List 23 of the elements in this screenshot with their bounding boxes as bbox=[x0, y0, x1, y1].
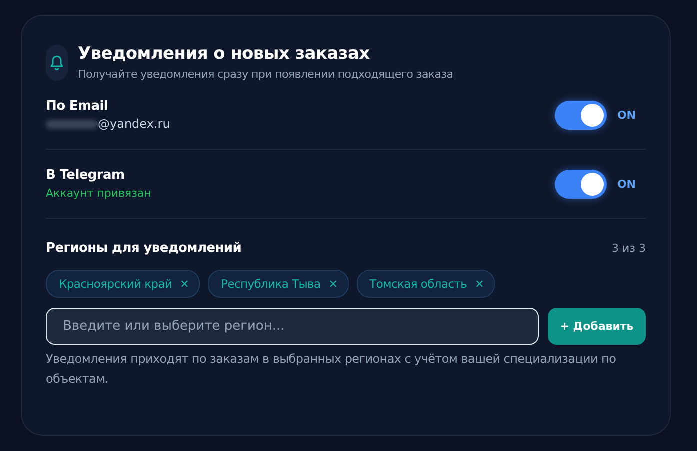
remove-tag-button[interactable]: ✕ bbox=[475, 278, 484, 290]
bell-icon bbox=[46, 44, 68, 80]
tag-label: Красноярский край bbox=[59, 277, 172, 291]
toggle-switch[interactable] bbox=[555, 170, 608, 198]
region-input-field[interactable]: Введите или выберите регион... bbox=[46, 308, 539, 345]
email-address: @yandex.ru bbox=[98, 117, 170, 131]
channel-name: По Email bbox=[46, 99, 110, 114]
card-title: Уведомления о новых заказах bbox=[78, 44, 371, 64]
note-text: Уведомления приходят по заказам в выбранных регионах с учётом вашей специализации по объектам. bbox=[46, 351, 618, 388]
remove-tag-button[interactable]: ✕ bbox=[180, 278, 190, 290]
add-button[interactable]: + Добавить bbox=[548, 308, 646, 345]
section-title: Регионы для уведомлений bbox=[46, 241, 242, 256]
blurred-text bbox=[46, 120, 98, 128]
remove-tag-button[interactable]: ✕ bbox=[328, 278, 338, 290]
toggle-switch[interactable] bbox=[555, 100, 608, 130]
tag-label: Томская область bbox=[370, 277, 468, 291]
tag-label: Республика Тыва bbox=[221, 277, 321, 291]
region-count: 3 из 3 bbox=[612, 242, 646, 255]
toggle-label: ON bbox=[617, 108, 636, 122]
toggle-label: ON bbox=[617, 178, 636, 190]
channel-status: Аккаунт привязан bbox=[46, 187, 152, 200]
channel-name: В Telegram bbox=[46, 168, 126, 183]
card-subtitle: Получайте уведомления сразу при появлении подходящего заказа bbox=[78, 68, 454, 81]
